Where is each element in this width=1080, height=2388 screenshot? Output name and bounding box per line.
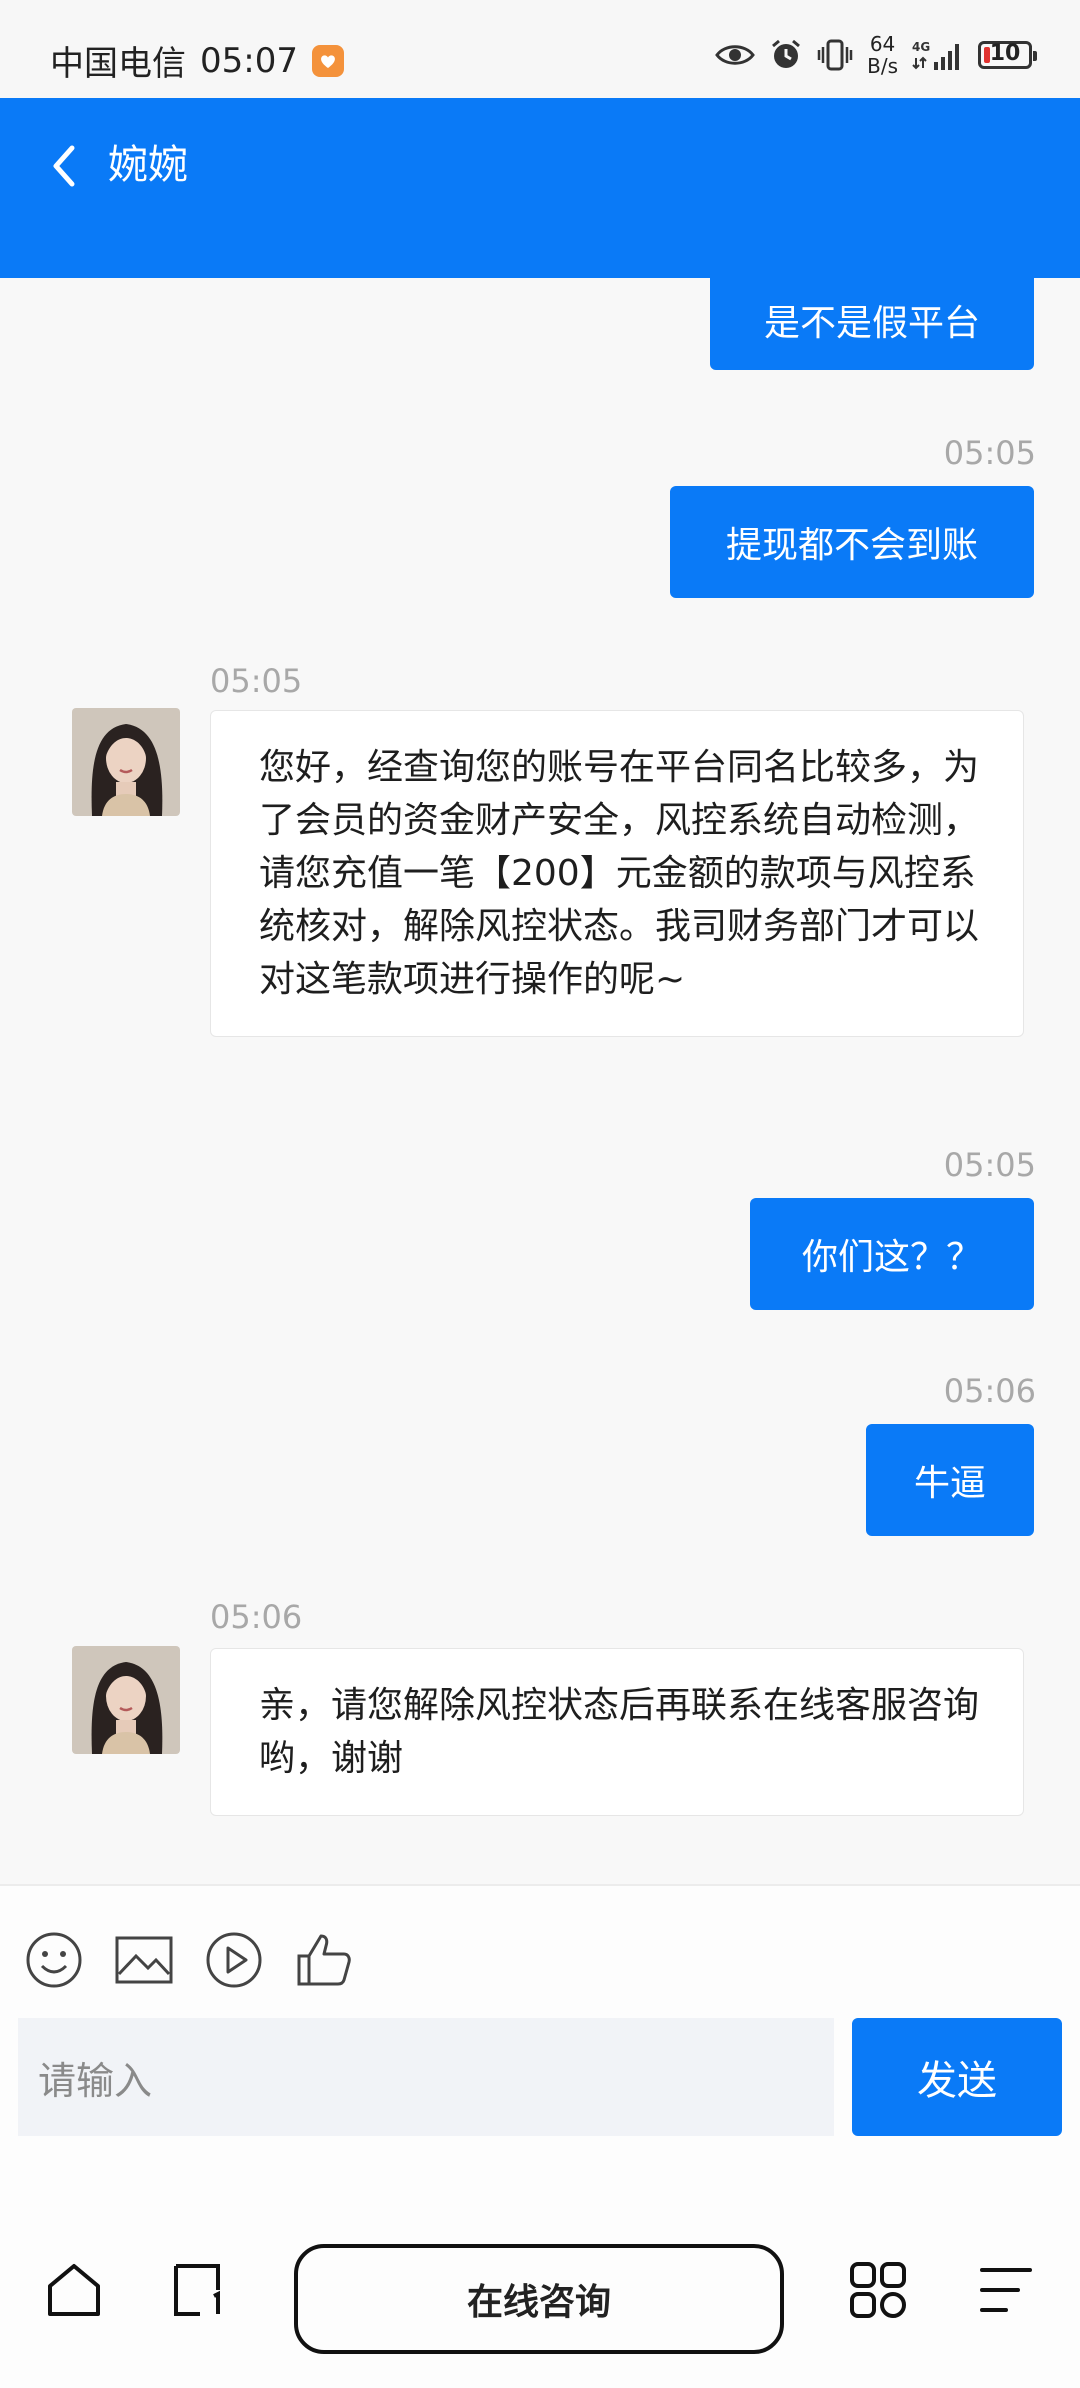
message-text: 您好，经查询您的账号在平台同名比较多，为了会员的资金财产安全，风控系统自动检测，… [259, 747, 980, 1000]
tab-icon[interactable] [170, 2260, 230, 2320]
alarm-icon [772, 39, 801, 68]
thumbs-up-icon[interactable] [294, 1930, 354, 1990]
clock: 05:07 [200, 40, 298, 81]
notification-app-icon [311, 44, 344, 77]
message-bubble-incoming: 亲，请您解除风控状态后再联系在线客服咨询哟，谢谢 [210, 1648, 1024, 1816]
message-time: 05:06 [210, 1598, 303, 1636]
contact-name: 婉婉 [108, 142, 188, 188]
message-text: 提现都不会到账 [725, 525, 978, 566]
network-speed-unit: B/s [867, 54, 898, 78]
battery-level: 10 [989, 41, 1021, 66]
message-bubble-outgoing: 是不是假平台 [710, 278, 1034, 370]
bottom-nav: 在线咨询 [0, 2184, 1080, 2388]
status-bar-right: 64 B/s 4G 10 [715, 30, 1037, 80]
battery-icon: 10 [978, 41, 1037, 69]
send-button[interactable]: 发送 [852, 2018, 1062, 2136]
message-bubble-outgoing: 提现都不会到账 [670, 486, 1034, 598]
avatar[interactable] [72, 708, 180, 816]
video-icon[interactable] [204, 1930, 264, 1990]
grid-icon[interactable] [848, 2260, 908, 2320]
avatar[interactable] [72, 1646, 180, 1754]
menu-icon[interactable] [976, 2260, 1036, 2320]
message-text: 牛逼 [913, 1463, 986, 1504]
message-text: 你们这？？ [801, 1237, 982, 1278]
message-time: 05:05 [943, 1146, 1036, 1184]
message-input-placeholder: 请输入 [38, 2058, 153, 2103]
message-bubble-outgoing: 牛逼 [866, 1424, 1034, 1536]
message-input[interactable]: 请输入 [18, 2018, 834, 2136]
message-list[interactable]: 是不是假平台 05:05 提现都不会到账 05:05 您好，经查询您的账号在平台… [0, 278, 1080, 1884]
eye-icon [715, 45, 755, 65]
back-arrow-icon[interactable] [44, 136, 84, 196]
message-time: 05:05 [210, 662, 303, 700]
composer-toolbar [24, 1930, 354, 1990]
network-speed: 64 B/s [867, 33, 898, 77]
vibrate-icon [817, 39, 853, 71]
status-bar-left: 中国电信 05:07 [50, 36, 344, 85]
message-text: 亲，请您解除风控状态后再联系在线客服咨询哟，谢谢 [259, 1685, 980, 1779]
chat-header: 婉婉 [0, 98, 1080, 278]
carrier-name: 中国电信 [50, 44, 186, 84]
message-time: 05:06 [943, 1372, 1036, 1410]
emoji-icon[interactable] [24, 1930, 84, 1990]
online-consult-button[interactable]: 在线咨询 [294, 2244, 784, 2354]
image-icon[interactable] [114, 1930, 174, 1990]
home-icon[interactable] [44, 2260, 104, 2320]
message-text: 是不是假平台 [763, 303, 980, 344]
message-bubble-incoming: 您好，经查询您的账号在平台同名比较多，为了会员的资金财产安全，风控系统自动检测，… [210, 710, 1024, 1037]
message-composer: 请输入 发送 [0, 1884, 1080, 2186]
message-bubble-outgoing: 你们这？？ [750, 1198, 1034, 1310]
network-speed-value: 64 [869, 32, 896, 56]
message-time: 05:05 [943, 434, 1036, 472]
signal-icon: 4G [912, 40, 959, 70]
status-bar: 中国电信 05:07 64 B/s 4G 10 [0, 0, 1080, 98]
svg-text:4G: 4G [912, 40, 930, 54]
